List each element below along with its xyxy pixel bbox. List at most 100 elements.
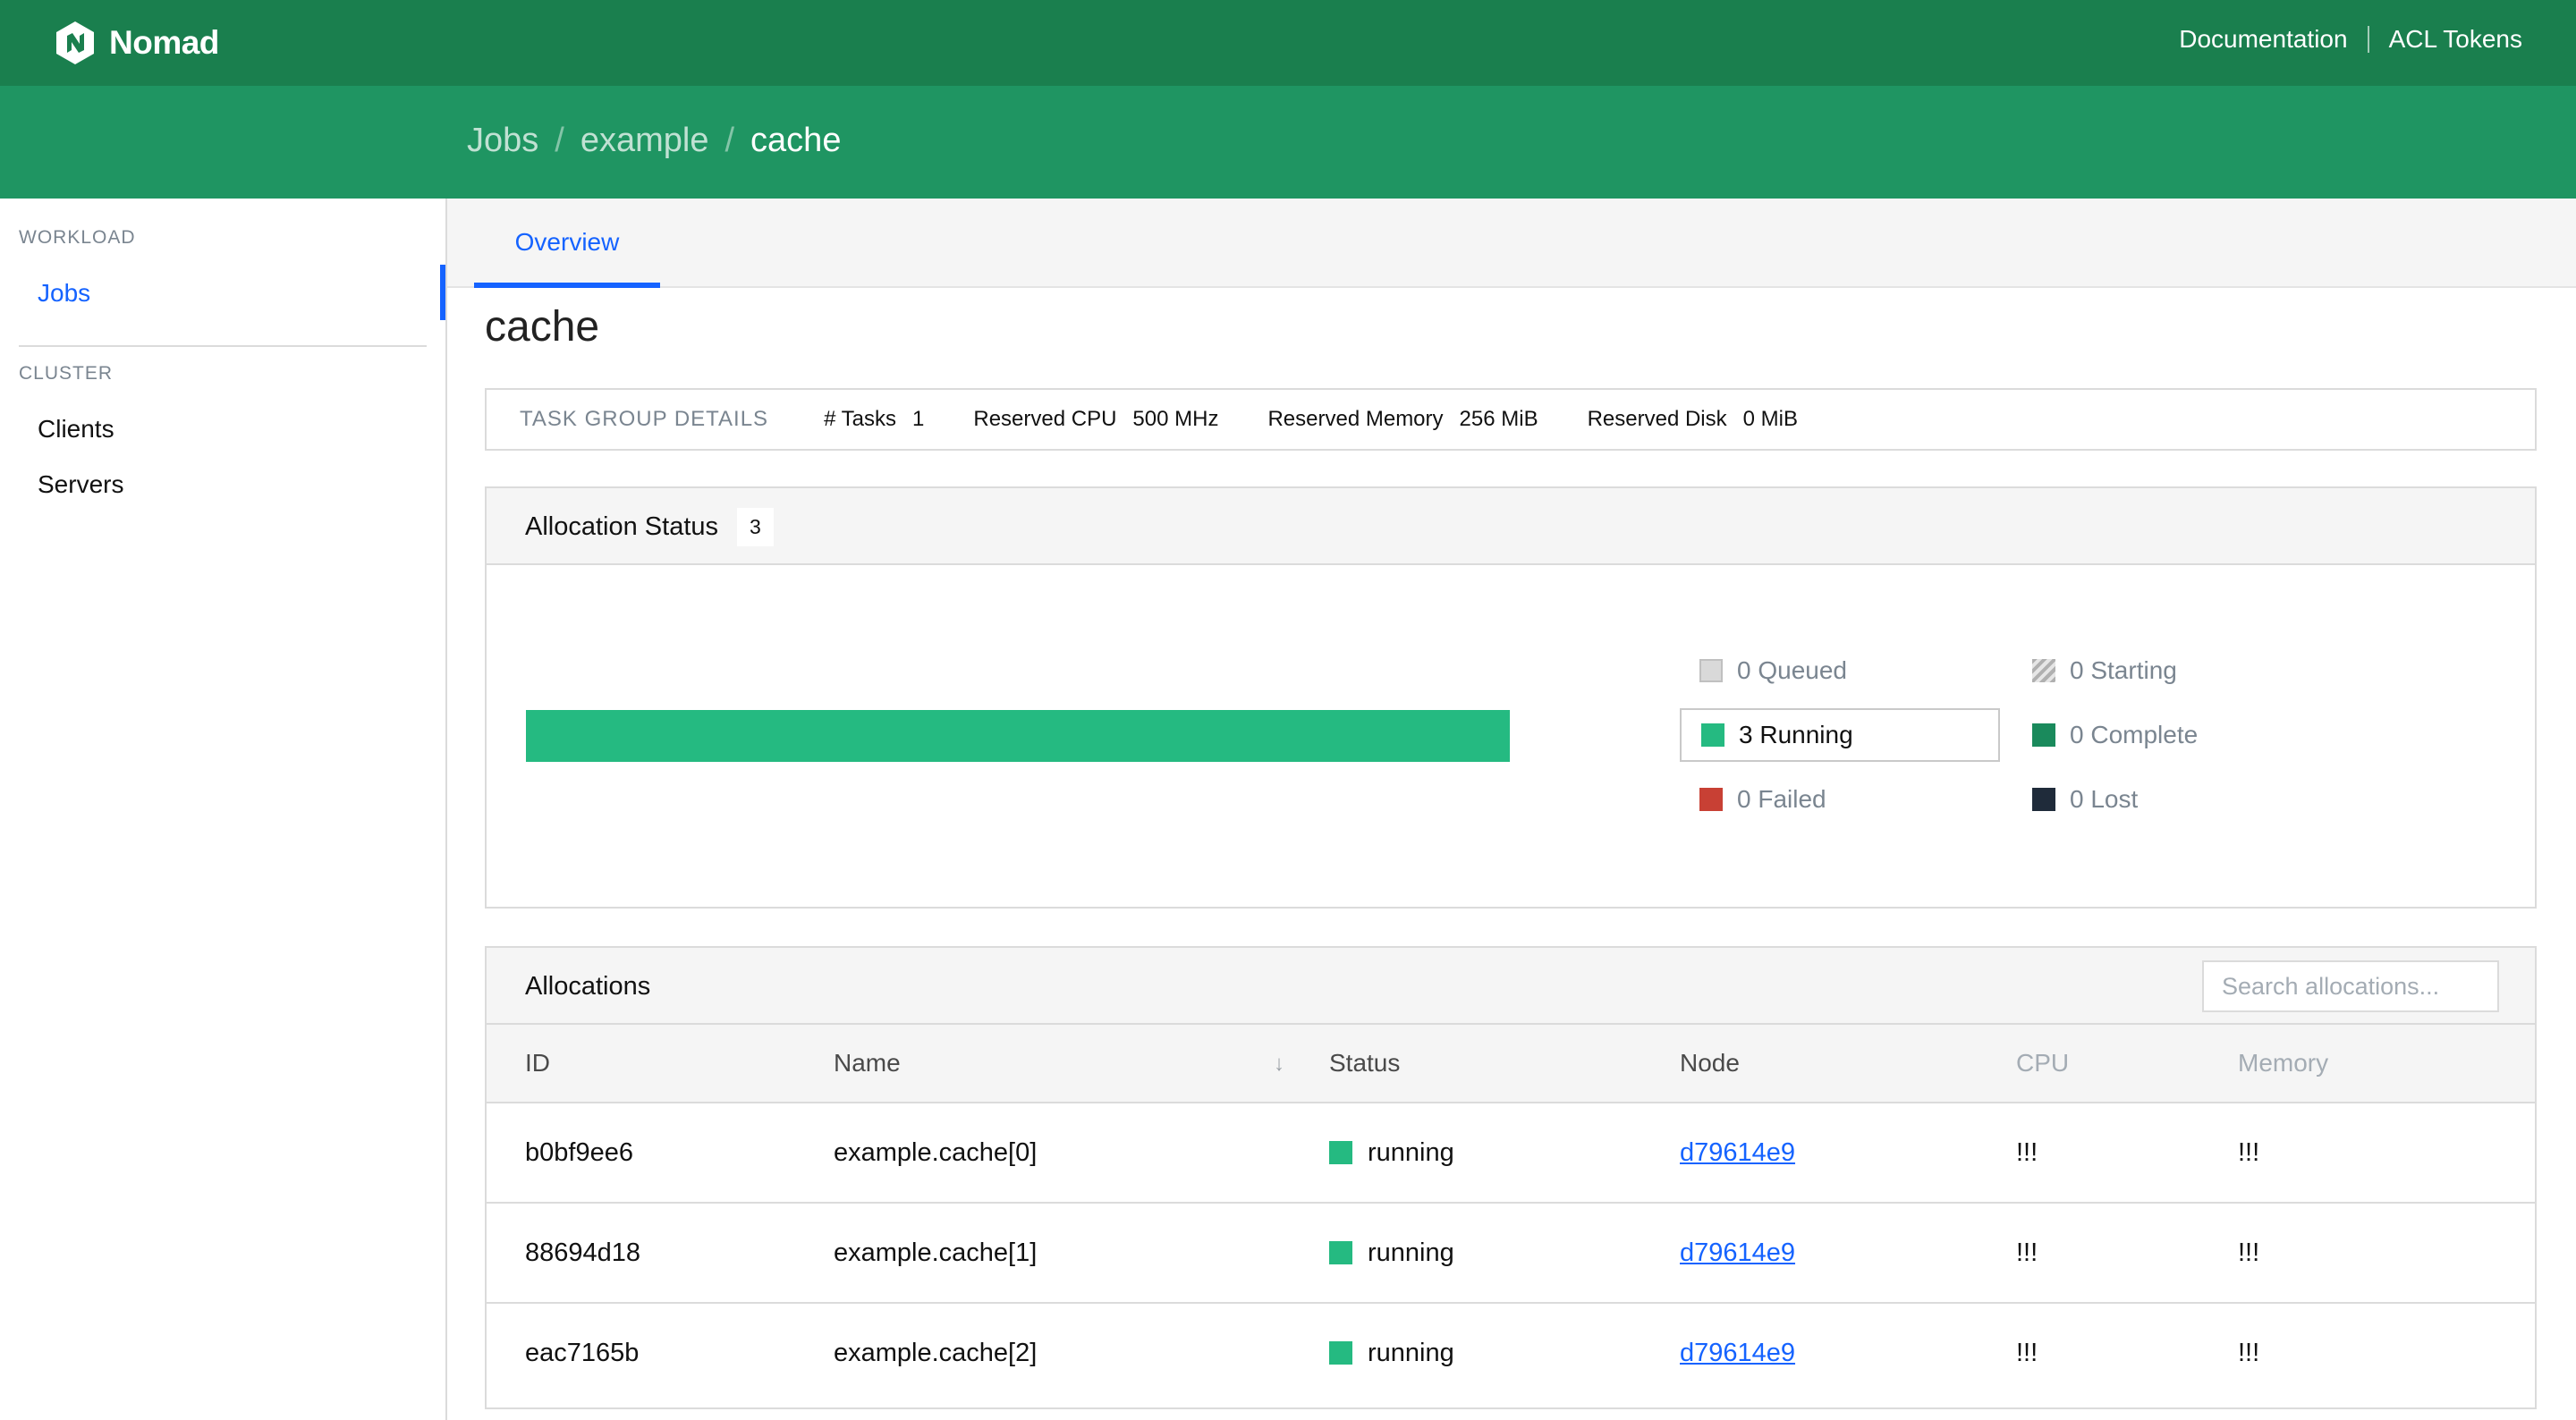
reserved-disk-value: 0 MiB — [1742, 407, 1798, 431]
allocation-status-bar[interactable] — [526, 710, 1510, 762]
tab-overview-label: Overview — [514, 228, 620, 256]
allocation-status-label: running — [1368, 1338, 1454, 1367]
legend-failed-label: 0 Failed — [1737, 785, 1826, 813]
table-header-row: ID Name ↓ Status Node CPU Memory — [487, 1025, 2535, 1103]
table-row[interactable]: 88694d18 example.cache[1] running d79614… — [487, 1203, 2535, 1304]
tasks-label: # Tasks — [824, 407, 896, 431]
reserved-disk-label: Reserved Disk — [1587, 407, 1727, 431]
allocation-status-label: running — [1368, 1238, 1454, 1267]
legend-running[interactable]: 3 Running — [1680, 708, 2000, 762]
column-header-id[interactable]: ID — [487, 1025, 834, 1103]
acl-tokens-link[interactable]: ACL Tokens — [2389, 25, 2522, 54]
allocations-header: Allocations — [487, 948, 2535, 1025]
sidebar-divider — [19, 345, 427, 347]
documentation-link[interactable]: Documentation — [2179, 25, 2347, 54]
running-status-icon — [1329, 1241, 1352, 1264]
task-group-details-heading: TASK GROUP DETAILS — [520, 407, 769, 431]
legend-starting[interactable]: 0 Starting — [2032, 656, 2177, 685]
column-header-name-label: Name — [834, 1049, 901, 1077]
top-nav-divider — [2367, 26, 2369, 53]
node-link[interactable]: d79614e9 — [1680, 1238, 1795, 1267]
allocations-table: ID Name ↓ Status Node CPU Memory b0bf9ee… — [487, 1025, 2535, 1402]
running-status-icon — [1329, 1341, 1352, 1365]
top-bar: Nomad Documentation ACL Tokens — [0, 0, 2576, 86]
allocation-node: d79614e9 — [1680, 1303, 2016, 1402]
brand[interactable]: Nomad — [54, 20, 219, 66]
legend-starting-label: 0 Starting — [2070, 656, 2177, 684]
table-row[interactable]: eac7165b example.cache[2] running d79614… — [487, 1303, 2535, 1402]
reserved-cpu-label: Reserved CPU — [973, 407, 1117, 431]
allocation-cpu: !!! — [2016, 1338, 2038, 1367]
starting-swatch-icon — [2032, 659, 2055, 682]
table-row[interactable]: b0bf9ee6 example.cache[0] running d79614… — [487, 1103, 2535, 1204]
tab-active-underline — [474, 283, 660, 288]
page-title: cache — [485, 303, 600, 351]
allocation-status: running — [1329, 1303, 1680, 1402]
reserved-memory-label: Reserved Memory — [1267, 407, 1444, 431]
breadcrumb-cache[interactable]: cache — [750, 122, 841, 160]
sort-arrow-down-icon[interactable]: ↓ — [1274, 1052, 1284, 1077]
sidebar-item-clients[interactable]: Clients — [38, 415, 114, 444]
sidebar-item-jobs[interactable]: Jobs — [38, 279, 90, 308]
allocation-status-panel: Allocation Status 3 0 Queued 0 Starting … — [485, 486, 2537, 909]
allocation-cpu: !!! — [2016, 1203, 2238, 1304]
column-header-node[interactable]: Node — [1680, 1025, 2016, 1103]
running-status-icon — [1329, 1141, 1352, 1164]
legend-running-label: 3 Running — [1739, 721, 1853, 748]
allocation-status-title: Allocation Status — [525, 512, 719, 541]
reserved-memory-value: 256 MiB — [1459, 407, 1538, 431]
allocation-id[interactable]: b0bf9ee6 — [487, 1103, 834, 1204]
sidebar-section-workload: WORKLOAD — [19, 227, 136, 248]
column-header-cpu: CPU — [2016, 1025, 2238, 1103]
allocation-id[interactable]: 88694d18 — [487, 1203, 834, 1304]
failed-swatch-icon — [1699, 788, 1723, 811]
sidebar-section-cluster: CLUSTER — [19, 363, 114, 384]
breadcrumb-example[interactable]: example — [580, 122, 709, 160]
reserved-disk: Reserved Disk 0 MiB — [1588, 407, 1798, 432]
complete-swatch-icon — [2032, 723, 2055, 747]
legend-complete[interactable]: 0 Complete — [2032, 721, 2198, 749]
node-link[interactable]: d79614e9 — [1680, 1138, 1795, 1167]
breadcrumb: Jobs / example / cache — [467, 122, 841, 160]
allocation-status: running — [1329, 1203, 1680, 1304]
column-header-status[interactable]: Status — [1329, 1025, 1680, 1103]
node-link[interactable]: d79614e9 — [1680, 1339, 1795, 1367]
allocations-panel: Allocations ID Name ↓ Status Node CPU Me… — [485, 946, 2537, 1409]
allocation-memory: !!! — [2238, 1338, 2260, 1367]
breadcrumb-jobs[interactable]: Jobs — [467, 122, 538, 160]
task-group-details: TASK GROUP DETAILS # Tasks 1 Reserved CPU… — [485, 388, 2537, 451]
reserved-cpu-value: 500 MHz — [1132, 407, 1219, 431]
legend-lost[interactable]: 0 Lost — [2032, 785, 2138, 814]
allocations-title: Allocations — [525, 972, 651, 1001]
tab-bar: Overview — [447, 199, 2576, 288]
reserved-memory: Reserved Memory 256 MiB — [1267, 407, 1538, 432]
legend-queued[interactable]: 0 Queued — [1699, 656, 1847, 685]
sidebar-item-servers[interactable]: Servers — [38, 470, 123, 499]
column-header-name[interactable]: Name ↓ — [834, 1025, 1329, 1103]
app-name: Nomad — [109, 24, 219, 61]
tab-overview[interactable]: Overview — [474, 199, 660, 288]
nomad-logo-icon — [56, 21, 94, 64]
queued-swatch-icon — [1699, 659, 1723, 682]
allocation-cpu: !!! — [2016, 1103, 2238, 1204]
allocation-count-badge: 3 — [737, 508, 774, 546]
breadcrumb-separator: / — [724, 122, 735, 159]
column-header-memory: Memory — [2238, 1025, 2535, 1103]
allocation-id[interactable]: eac7165b — [487, 1303, 834, 1402]
allocation-memory: !!! — [2238, 1103, 2535, 1204]
allocation-node: d79614e9 — [1680, 1103, 2016, 1204]
legend-failed[interactable]: 0 Failed — [1699, 785, 1826, 814]
running-swatch-icon — [1701, 723, 1724, 747]
tasks-value: 1 — [912, 407, 925, 431]
allocation-name: example.cache[1] — [834, 1203, 1329, 1304]
sidebar: WORKLOAD Jobs CLUSTER Clients Servers — [0, 199, 447, 1420]
sidebar-active-indicator — [440, 265, 445, 320]
top-nav: Documentation ACL Tokens — [2179, 25, 2522, 54]
sub-header: Jobs / example / cache — [0, 86, 2576, 199]
allocation-node: d79614e9 — [1680, 1203, 2016, 1304]
legend-queued-label: 0 Queued — [1737, 656, 1847, 684]
legend-lost-label: 0 Lost — [2070, 785, 2139, 813]
search-allocations-input[interactable] — [2202, 960, 2499, 1012]
breadcrumb-separator: / — [555, 122, 564, 159]
allocation-name: example.cache[2] — [834, 1338, 1038, 1367]
